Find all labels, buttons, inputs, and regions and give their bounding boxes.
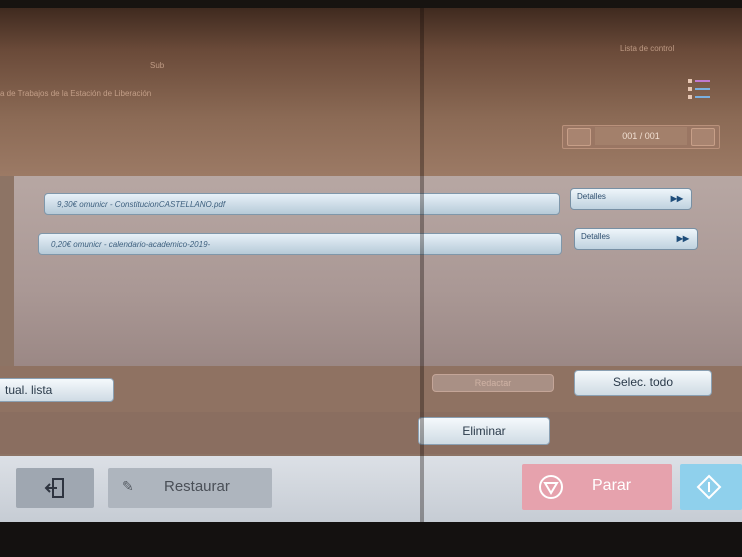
pencil-icon: ✎ bbox=[122, 478, 134, 494]
screen-glare bbox=[420, 8, 424, 522]
delete-button[interactable]: Eliminar bbox=[418, 417, 550, 445]
list-view-icon[interactable] bbox=[686, 76, 712, 102]
logout-icon bbox=[44, 478, 64, 498]
list-button[interactable]: tual. lista bbox=[0, 378, 114, 402]
double-arrow-icon: ▶▶ bbox=[670, 194, 683, 203]
header-area: Sub a de Trabajos de la Estación de Libe… bbox=[0, 8, 742, 176]
page-next-button[interactable] bbox=[691, 128, 715, 146]
logout-button[interactable] bbox=[16, 468, 94, 508]
details-label: Detalles bbox=[577, 192, 606, 201]
stop-label: Parar bbox=[592, 477, 632, 494]
right-header-label: Lista de control bbox=[620, 44, 675, 53]
start-button[interactable] bbox=[680, 464, 742, 510]
screen-bezel-bottom bbox=[0, 522, 742, 557]
delete-row: Eliminar bbox=[0, 412, 742, 454]
page-prev-button[interactable] bbox=[567, 128, 591, 146]
user-label: Sub bbox=[150, 61, 165, 70]
stop-icon bbox=[539, 475, 563, 499]
page-counter: 001 / 001 bbox=[595, 127, 687, 145]
pager: 001 / 001 bbox=[562, 125, 720, 149]
stop-button[interactable]: Parar bbox=[522, 464, 672, 510]
details-button[interactable]: Detalles ▶▶ bbox=[570, 188, 692, 210]
restore-label: Restaurar bbox=[164, 478, 230, 495]
restore-button[interactable]: ✎ Restaurar bbox=[108, 468, 272, 508]
file-list: 9,30€ omunicr - ConstitucionCASTELLANO.p… bbox=[14, 176, 742, 366]
bottom-bar: ✎ Restaurar Parar bbox=[0, 456, 742, 522]
details-button[interactable]: Detalles ▶▶ bbox=[574, 228, 698, 250]
file-row[interactable]: 9,30€ omunicr - ConstitucionCASTELLANO.p… bbox=[44, 193, 560, 215]
details-label: Detalles bbox=[581, 232, 610, 241]
start-icon bbox=[696, 474, 722, 500]
screen-bezel-top bbox=[0, 0, 742, 8]
select-all-button[interactable]: Selec. todo bbox=[574, 370, 712, 396]
file-row[interactable]: 0,20€ omunicr - calendario-academico-201… bbox=[38, 233, 562, 255]
device-screen: Sub a de Trabajos de la Estación de Libe… bbox=[0, 8, 742, 522]
redact-button: Redactar bbox=[432, 374, 554, 392]
action-row: tual. lista Redactar Selec. todo bbox=[0, 366, 742, 412]
breadcrumb: a de Trabajos de la Estación de Liberaci… bbox=[0, 89, 152, 98]
double-arrow-icon: ▶▶ bbox=[676, 234, 689, 243]
